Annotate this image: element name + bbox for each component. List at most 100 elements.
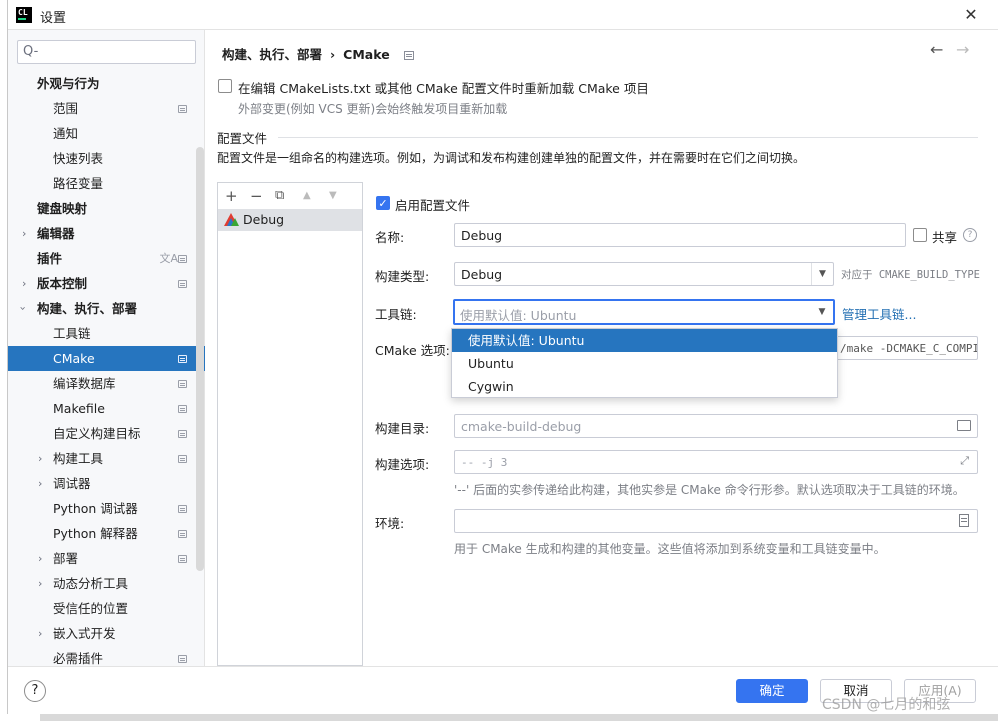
build-directory-value: cmake-build-debug xyxy=(461,419,582,434)
dropdown-option[interactable]: Ubuntu xyxy=(452,352,837,375)
move-down-icon[interactable]: ▼ xyxy=(329,190,337,201)
sidebar-item-label: 通知 xyxy=(53,126,79,141)
sidebar-item-version-control[interactable]: › 版本控制 xyxy=(8,271,205,296)
sidebar-item-compilation-database[interactable]: 编译数据库 xyxy=(8,371,205,396)
chevron-right-icon[interactable]: › xyxy=(38,621,42,646)
sidebar-item-path-variables[interactable]: 路径变量 xyxy=(8,171,205,196)
build-type-value: Debug xyxy=(461,267,503,282)
project-level-icon xyxy=(178,280,187,288)
sidebar-item-custom-build-targets[interactable]: 自定义构建目标 xyxy=(8,421,205,446)
sidebar-item-build-execution-deployment[interactable]: › 构建、执行、部署 xyxy=(8,296,205,321)
environment-field[interactable] xyxy=(454,509,978,533)
sidebar-item-toolchains[interactable]: 工具链 xyxy=(8,321,205,346)
build-options-value: -- -j 3 xyxy=(461,456,508,469)
build-options-label: 构建选项: xyxy=(375,457,430,472)
settings-window: CL 设置 ✕ Q- 外观与行为 范围 通知 快速列表 路径变量 键盘映射 › … xyxy=(7,0,998,714)
share-label: 共享 xyxy=(932,230,958,245)
sidebar-item-embedded-development[interactable]: › 嵌入式开发 xyxy=(8,621,205,646)
breadcrumb-parent[interactable]: 构建、执行、部署 xyxy=(222,47,322,62)
ok-button[interactable]: 确定 xyxy=(736,679,808,703)
toolchain-label: 工具链: xyxy=(375,307,417,322)
sidebar-item-scopes[interactable]: 范围 xyxy=(8,96,205,121)
reload-cmake-checkbox[interactable] xyxy=(218,79,232,93)
section-divider xyxy=(278,137,978,138)
help-icon[interactable]: ? xyxy=(963,228,977,242)
sidebar-scrollbar[interactable] xyxy=(196,147,204,571)
chevron-right-icon[interactable]: › xyxy=(38,571,42,596)
name-field[interactable]: Debug xyxy=(454,223,906,247)
sidebar-item-label: Python 解释器 xyxy=(53,526,138,541)
search-icon: Q- xyxy=(23,44,39,59)
sidebar-item-build-tools[interactable]: › 构建工具 xyxy=(8,446,205,471)
sidebar-item-cmake[interactable]: CMake xyxy=(8,346,205,371)
chevron-right-icon[interactable]: › xyxy=(38,546,42,571)
breadcrumb-current: CMake xyxy=(343,47,390,62)
chevron-down-icon[interactable]: › xyxy=(11,306,36,310)
sidebar-item-quick-lists[interactable]: 快速列表 xyxy=(8,146,205,171)
toolchain-value: 使用默认值: Ubuntu xyxy=(460,308,577,323)
sidebar-item-python-debugger[interactable]: Python 调试器 xyxy=(8,496,205,521)
sidebar-item-label: 动态分析工具 xyxy=(53,576,129,591)
sidebar-item-label: CMake xyxy=(53,351,95,366)
chevron-right-icon[interactable]: › xyxy=(38,446,42,471)
add-icon[interactable]: + xyxy=(225,187,238,205)
project-level-icon xyxy=(178,405,187,413)
sidebar-item-label: 调试器 xyxy=(53,476,91,491)
expand-icon[interactable]: ⤢ xyxy=(960,454,969,468)
dropdown-option[interactable]: Cygwin xyxy=(452,375,837,398)
build-directory-field[interactable]: cmake-build-debug xyxy=(454,414,978,438)
enable-profile-checkbox[interactable]: ✓ xyxy=(376,196,390,210)
build-type-select[interactable]: Debug ▼ xyxy=(454,262,834,286)
folder-icon[interactable] xyxy=(957,420,971,431)
reload-cmake-label: 在编辑 CMakeLists.txt 或其他 CMake 配置文件时重新加载 C… xyxy=(238,81,649,96)
chevron-down-icon: ▼ xyxy=(818,307,826,317)
project-level-icon xyxy=(178,455,187,463)
enable-profile-label: 启用配置文件 xyxy=(395,198,471,213)
name-label: 名称: xyxy=(375,230,405,245)
sidebar-item-label: Python 调试器 xyxy=(53,501,138,516)
move-up-icon[interactable]: ▲ xyxy=(303,190,311,201)
help-button[interactable]: ? xyxy=(24,680,46,702)
sidebar-item-plugins[interactable]: 插件 文A xyxy=(8,246,205,271)
profiles-section-title: 配置文件 xyxy=(217,131,268,146)
sidebar-item-debugger[interactable]: › 调试器 xyxy=(8,471,205,496)
document-icon[interactable] xyxy=(959,514,969,527)
title-bar: CL 设置 ✕ xyxy=(8,0,998,30)
sidebar-item-keymap[interactable]: 键盘映射 xyxy=(8,196,205,221)
share-checkbox[interactable] xyxy=(913,228,927,242)
forward-arrow-icon[interactable]: → xyxy=(956,40,969,59)
back-arrow-icon[interactable]: ← xyxy=(930,40,943,59)
project-level-icon xyxy=(178,555,187,563)
toolchain-select[interactable]: 使用默认值: Ubuntu ▼ xyxy=(453,299,835,325)
sidebar-item-trusted-locations[interactable]: 受信任的位置 xyxy=(8,596,205,621)
manage-toolchains-link[interactable]: 管理工具链... xyxy=(842,304,916,323)
search-input[interactable]: Q- xyxy=(17,40,196,64)
chevron-right-icon[interactable]: › xyxy=(38,471,42,496)
environment-hint: 用于 CMake 生成和构建的其他变量。这些值将添加到系统变量和工具链变量中。 xyxy=(454,542,886,556)
profiles-list: + − ⧉ ▲ ▼ Debug xyxy=(217,182,363,666)
copy-icon[interactable]: ⧉ xyxy=(275,188,284,203)
cmake-options-label: CMake 选项: xyxy=(375,343,450,358)
sidebar-item-label: 快速列表 xyxy=(53,151,104,166)
sidebar-item-notifications[interactable]: 通知 xyxy=(8,121,205,146)
dropdown-option[interactable]: 使用默认值: Ubuntu xyxy=(452,329,837,352)
sidebar-item-python-interpreter[interactable]: Python 解释器 xyxy=(8,521,205,546)
chevron-right-icon[interactable]: › xyxy=(22,221,26,246)
window-title: 设置 xyxy=(40,11,67,26)
chevron-right-icon[interactable]: › xyxy=(22,271,26,296)
close-icon[interactable]: ✕ xyxy=(961,5,981,25)
window-shadow xyxy=(40,714,998,721)
list-item[interactable]: Debug xyxy=(218,209,362,231)
remove-icon[interactable]: − xyxy=(250,187,263,205)
project-level-icon xyxy=(178,380,187,388)
sidebar-item-appearance[interactable]: 外观与行为 xyxy=(8,71,205,96)
build-options-field[interactable]: -- -j 3 ⤢ xyxy=(454,450,978,474)
sidebar-item-label: 嵌入式开发 xyxy=(53,626,116,641)
toolchain-dropdown-popup: 使用默认值: Ubuntu Ubuntu Cygwin xyxy=(451,328,838,398)
sidebar-item-dynamic-analysis-tools[interactable]: › 动态分析工具 xyxy=(8,571,205,596)
sidebar-item-editor[interactable]: › 编辑器 xyxy=(8,221,205,246)
build-options-hint: '--' 后面的实参传递给此构建，其他实参是 CMake 命令行形参。默认选项取… xyxy=(454,483,965,497)
sidebar-item-deployment[interactable]: › 部署 xyxy=(8,546,205,571)
sidebar-item-makefile[interactable]: Makefile xyxy=(8,396,205,421)
chevron-down-icon: ▼ xyxy=(811,263,833,285)
